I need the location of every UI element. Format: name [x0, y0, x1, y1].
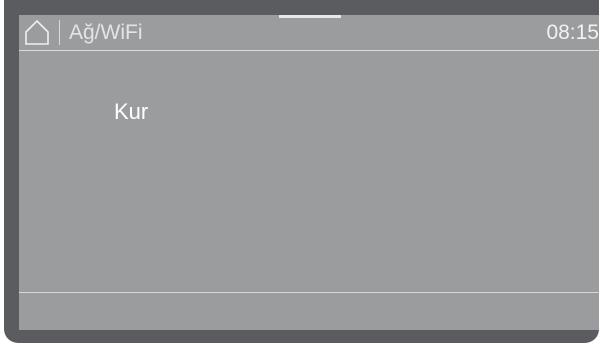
header-bar: Ağ/WiFi 08:15 — [19, 15, 599, 50]
header-divider — [59, 20, 60, 45]
home-icon[interactable] — [23, 18, 51, 46]
breadcrumb-title: Ağ/WiFi — [69, 21, 143, 44]
header-separator — [19, 50, 599, 51]
footer-separator — [19, 292, 599, 293]
clock: 08:15 — [546, 21, 599, 44]
device-frame: Ağ/WiFi 08:15 Kur — [4, 0, 599, 343]
display-screen: Ağ/WiFi 08:15 Kur — [19, 15, 599, 330]
menu-item-kur[interactable]: Kur — [114, 98, 148, 126]
